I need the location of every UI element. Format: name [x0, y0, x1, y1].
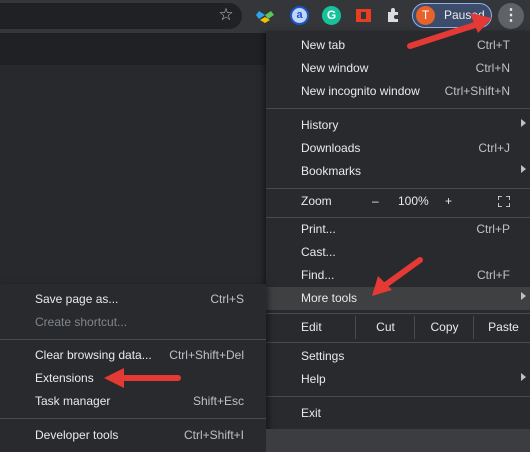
menu-label: Zoom — [301, 194, 332, 208]
menu-divider — [266, 108, 530, 109]
page-header-strip — [0, 33, 266, 65]
more-tools-submenu: Save page as... Ctrl+S Create shortcut..… — [0, 284, 266, 452]
menu-label: Exit — [301, 406, 322, 420]
submenu-arrow-icon — [521, 165, 526, 173]
menu-item-new-window[interactable]: New window Ctrl+N — [266, 57, 530, 80]
menu-item-more-tools[interactable]: More tools — [266, 287, 530, 310]
ad-block-extension-icon[interactable]: a — [290, 6, 309, 25]
zoom-out-button[interactable]: – — [372, 194, 379, 208]
avatar: T — [416, 6, 435, 25]
menu-label: Cast... — [301, 245, 336, 259]
menu-label: More tools — [301, 291, 358, 305]
menu-item-new-incognito-window[interactable]: New incognito window Ctrl+Shift+N — [266, 80, 530, 103]
menu-label: Edit — [301, 320, 322, 334]
paste-button[interactable]: Paste — [473, 316, 530, 339]
menu-divider — [0, 339, 266, 340]
ext3-letter: G — [326, 8, 337, 22]
menu-shortcut: Ctrl+Shift+N — [444, 84, 510, 98]
menu-item-help[interactable]: Help — [266, 368, 530, 391]
menu-divider — [266, 396, 530, 397]
menu-label: Clear browsing data... — [35, 348, 152, 362]
submenu-arrow-icon — [521, 373, 526, 381]
menu-shortcut: Ctrl+S — [210, 292, 244, 306]
menu-label: New window — [301, 61, 369, 75]
menu-divider — [266, 313, 530, 314]
menu-item-edit: Edit Cut Copy Paste — [266, 316, 530, 339]
menu-shortcut: Ctrl+Shift+I — [183, 428, 244, 442]
menu-shortcut: Ctrl+J — [478, 141, 510, 155]
menu-divider — [0, 418, 266, 419]
menu-shortcut: Ctrl+T — [477, 38, 510, 52]
menu-item-settings[interactable]: Settings — [266, 345, 530, 368]
menu-label: Print... — [301, 222, 336, 236]
menu-shortcut: Ctrl+P — [476, 222, 510, 236]
menu-divider — [266, 342, 530, 343]
dropbox-extension-icon[interactable] — [256, 6, 275, 25]
menu-item-downloads[interactable]: Downloads Ctrl+J — [266, 137, 530, 160]
menu-item-bookmarks[interactable]: Bookmarks — [266, 160, 530, 183]
page-bottom-strip — [266, 429, 530, 452]
menu-label: Bookmarks — [301, 164, 362, 178]
menu-label: Create shortcut... — [35, 315, 128, 329]
address-bar[interactable] — [0, 3, 242, 29]
submenu-item-extensions[interactable]: Extensions — [0, 367, 266, 390]
menu-item-find[interactable]: Find... Ctrl+F — [266, 264, 530, 287]
menu-label: Task manager — [35, 394, 111, 408]
profile-chip[interactable]: T Paused — [412, 3, 492, 28]
zoom-level: 100% — [398, 194, 429, 208]
submenu-item-developer-tools[interactable]: Developer tools Ctrl+Shift+I — [0, 424, 266, 447]
menu-label: Downloads — [301, 141, 361, 155]
menu-label: New incognito window — [301, 84, 420, 98]
menu-item-exit[interactable]: Exit — [266, 402, 530, 425]
menu-label: History — [301, 118, 339, 132]
profile-status-label: Paused — [444, 8, 485, 22]
menu-item-cast[interactable]: Cast... — [266, 241, 530, 264]
submenu-item-clear-browsing-data[interactable]: Clear browsing data... Ctrl+Shift+Del — [0, 344, 266, 367]
menu-shortcut: Ctrl+N — [475, 61, 510, 75]
cut-button[interactable]: Cut — [355, 316, 415, 339]
menu-item-print[interactable]: Print... Ctrl+P — [266, 218, 530, 241]
menu-label: Find... — [301, 268, 335, 282]
menu-label: New tab — [301, 38, 346, 52]
menu-label: Settings — [301, 349, 345, 363]
menu-item-new-tab[interactable]: New tab Ctrl+T — [266, 34, 530, 57]
menu-item-history[interactable]: History — [266, 114, 530, 137]
grammarly-extension-icon[interactable]: G — [322, 6, 341, 25]
menu-label: Developer tools — [35, 428, 119, 442]
copy-button[interactable]: Copy — [414, 316, 474, 339]
submenu-item-task-manager[interactable]: Task manager Shift+Esc — [0, 390, 266, 413]
menu-shortcut: Ctrl+Shift+Del — [169, 348, 244, 362]
bookmark-star-icon[interactable]: ☆ — [216, 5, 236, 25]
zoom-in-button[interactable]: + — [445, 194, 452, 208]
menu-label: Help — [301, 372, 326, 386]
submenu-arrow-icon — [521, 292, 526, 300]
submenu-item-save-page[interactable]: Save page as... Ctrl+S — [0, 288, 266, 311]
kebab-icon[interactable]: ⋮ — [498, 3, 524, 29]
puzzle-icon[interactable] — [384, 6, 403, 25]
menu-item-zoom: Zoom – 100% + — [266, 190, 530, 213]
menu-shortcut: Ctrl+F — [477, 268, 510, 282]
ext2-letter: a — [296, 9, 303, 21]
menu-shortcut: Shift+Esc — [192, 394, 244, 408]
browser-toolbar: ☆ a G T Paused ⋮ — [0, 0, 530, 33]
menu-divider — [266, 188, 530, 189]
chrome-main-menu: New tab Ctrl+T New window Ctrl+N New inc… — [266, 31, 530, 429]
submenu-item-create-shortcut: Create shortcut... — [0, 311, 266, 334]
menu-label: Extensions — [35, 371, 94, 385]
menu-label: Save page as... — [35, 292, 119, 306]
fullscreen-icon[interactable] — [498, 196, 510, 207]
submenu-arrow-icon — [521, 119, 526, 127]
office-extension-icon[interactable] — [354, 6, 373, 25]
